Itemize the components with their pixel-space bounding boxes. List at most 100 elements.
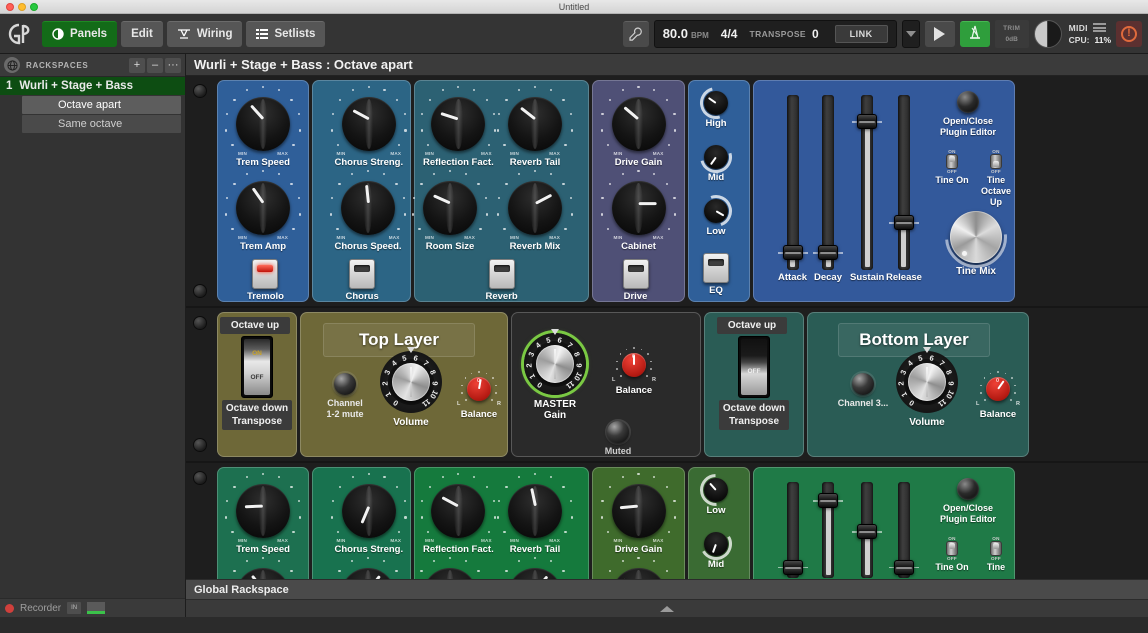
slider-thumb[interactable] — [857, 114, 877, 129]
slider-thumb[interactable] — [894, 215, 914, 230]
knob-dial[interactable] — [341, 568, 395, 579]
knob-dial[interactable] — [612, 484, 666, 538]
rocker-switch[interactable]: OFF — [738, 336, 770, 398]
knob-dial[interactable] — [612, 568, 666, 579]
time-signature-value[interactable]: 4/4 — [721, 27, 738, 41]
tab-wiring[interactable]: Wiring — [167, 21, 243, 47]
bpm-value[interactable]: 80.0 — [663, 26, 688, 41]
knob-dial[interactable] — [236, 484, 290, 538]
mute-button-dial[interactable] — [607, 421, 629, 443]
mute-button-label: Channel 3... — [830, 398, 896, 409]
ring-knob-dial[interactable] — [704, 91, 728, 115]
knob-minmax: MINMAX — [423, 235, 477, 242]
globe-icon[interactable] — [4, 57, 20, 73]
knob-dial[interactable] — [431, 484, 485, 538]
footswitch-button[interactable] — [703, 253, 729, 283]
footswitch-tremolo: Tremolo — [247, 259, 284, 302]
rocker-switch[interactable]: ON OFF — [241, 336, 273, 398]
tab-panels[interactable]: Panels — [42, 21, 117, 47]
slider-track[interactable] — [898, 95, 910, 270]
mute-button-dial[interactable] — [334, 373, 356, 395]
footswitch-button[interactable] — [623, 259, 649, 289]
slider-track[interactable] — [787, 482, 799, 578]
level-meter-icon[interactable] — [87, 602, 105, 614]
knob-dial[interactable] — [508, 97, 562, 151]
rackspace-more-button[interactable]: ··· — [165, 58, 181, 73]
input-icon[interactable]: IN — [67, 602, 81, 614]
trim-control[interactable]: TRIM 0dB — [995, 20, 1029, 48]
sidebar-item-rackspace-1[interactable]: 1 Wurli + Stage + Bass — [0, 77, 185, 95]
record-dot-icon[interactable] — [5, 604, 14, 613]
ring-knob-dial[interactable] — [704, 199, 728, 223]
remove-rackspace-button[interactable]: – — [147, 58, 163, 73]
knob-dial[interactable] — [236, 97, 290, 151]
plugin-editor-button-icon[interactable] — [957, 91, 979, 113]
ring-knob-dial[interactable] — [704, 145, 728, 169]
footswitch-button[interactable] — [489, 259, 515, 289]
slider-thumb[interactable] — [783, 560, 803, 575]
slider-track[interactable] — [822, 482, 834, 578]
ring-knob-dial[interactable] — [704, 532, 728, 556]
plugin-editor-button-icon[interactable] — [957, 478, 979, 500]
midi-label: MIDI — [1069, 23, 1088, 33]
footswitch-drive: Drive — [623, 259, 649, 302]
sidebar-item-variation-same-octave[interactable]: Same octave — [22, 115, 181, 133]
slider-thumb[interactable] — [818, 493, 838, 508]
knob-dial[interactable] — [341, 181, 395, 235]
knob-dial[interactable] — [431, 97, 485, 151]
tab-edit[interactable]: Edit — [121, 21, 163, 47]
slider-track[interactable] — [861, 95, 873, 270]
slider-thumb[interactable] — [894, 560, 914, 575]
tempo-bar[interactable]: 80.0 BPM 4/4 TRANSPOSE 0 LINK — [654, 20, 897, 48]
tab-setlists[interactable]: Setlists — [246, 21, 325, 47]
slider-track[interactable] — [822, 95, 834, 270]
knob-dial[interactable] — [508, 568, 562, 579]
knob-dial[interactable] — [423, 568, 477, 579]
metronome-button[interactable] — [960, 21, 990, 47]
link-button[interactable]: LINK — [835, 25, 888, 43]
knob-dial[interactable] — [612, 181, 666, 235]
alert-button[interactable]: ! — [1116, 21, 1142, 47]
knob-dial[interactable] — [236, 568, 290, 579]
chevron-up-icon[interactable] — [660, 606, 674, 612]
tempo-options-dropdown[interactable] — [902, 20, 920, 48]
slider-thumb[interactable] — [857, 524, 877, 539]
slider-thumb[interactable] — [818, 245, 838, 260]
knob-dial[interactable] — [508, 484, 562, 538]
footswitch-button[interactable] — [252, 259, 278, 289]
toggle-switch[interactable] — [990, 541, 1002, 556]
global-rackspace-bar[interactable]: Global Rackspace — [186, 579, 1148, 599]
sidebar-item-variation-octave-apart[interactable]: Octave apart — [22, 96, 181, 114]
toggle-switch[interactable] — [990, 154, 1002, 169]
pan-knob-icon[interactable] — [1034, 20, 1062, 48]
knob-dial[interactable] — [508, 181, 562, 235]
mute-button-dial[interactable] — [852, 373, 874, 395]
rocker-off-label: OFF — [244, 374, 270, 381]
slider-thumb[interactable] — [783, 245, 803, 260]
slider-track[interactable] — [898, 482, 910, 578]
knob-dial[interactable] — [342, 97, 396, 151]
knob-minmax: MINMAX — [612, 151, 666, 158]
panel-content-chorus: MINMAX Chorus Streng. MINMAX Chorus Spee… — [313, 81, 410, 301]
ring-knob-dial[interactable] — [704, 478, 728, 502]
play-button[interactable] — [925, 21, 955, 47]
balance-left-label: L — [976, 401, 979, 407]
knob-dial[interactable] — [342, 484, 396, 538]
slider-track[interactable] — [861, 482, 873, 578]
volume-knob-cap[interactable] — [392, 363, 430, 401]
knob-minmax: MINMAX — [612, 538, 666, 545]
wrench-icon[interactable] — [623, 21, 649, 47]
transpose-value[interactable]: 0 — [812, 27, 819, 41]
knob-dial[interactable] — [236, 181, 290, 235]
knob-dial[interactable] — [423, 181, 477, 235]
toggle-switch[interactable] — [946, 154, 958, 169]
collapse-bar[interactable] — [186, 599, 1148, 617]
add-rackspace-button[interactable]: + — [129, 58, 145, 73]
knob-dial[interactable] — [612, 97, 666, 151]
footswitch-button[interactable] — [349, 259, 375, 289]
slider-track[interactable] — [787, 95, 799, 270]
volume-knob-cap[interactable] — [908, 363, 946, 401]
volume-knob-cap[interactable] — [536, 345, 574, 383]
toggle-switch[interactable] — [946, 541, 958, 556]
tine-mix-dial[interactable] — [950, 211, 1002, 263]
